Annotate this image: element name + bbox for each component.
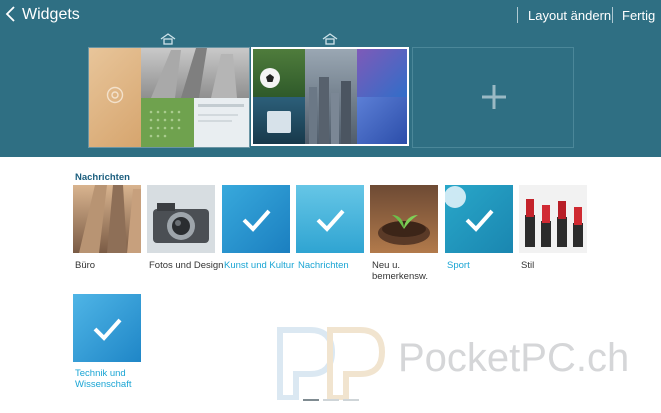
category-tile-buero[interactable]: [73, 185, 141, 253]
category-tile-nachrichten[interactable]: [296, 185, 364, 253]
category-tile-stil[interactable]: [519, 185, 587, 253]
category-tile-kunst-kultur[interactable]: [222, 185, 290, 253]
home-page-preview-1[interactable]: [88, 47, 250, 148]
soccer-ball-icon: [260, 68, 280, 88]
tablet-news-widget: [253, 97, 305, 144]
home-page-preview-2[interactable]: [251, 47, 409, 146]
category-label: Nachrichten: [298, 260, 349, 271]
section-title: Nachrichten: [75, 172, 130, 183]
checkmark-icon: [465, 209, 494, 232]
email-widget: [89, 48, 141, 147]
city-news-widget: [305, 49, 357, 144]
category-label: Neu u. bemerkensw.: [372, 260, 428, 282]
page-title: Widgets: [22, 6, 80, 23]
checkmark-icon: [242, 209, 271, 232]
pocketpc-logo-icon: [277, 327, 386, 400]
watermark-text: PocketPC.ch: [398, 336, 630, 380]
checkmark-icon: [93, 318, 122, 341]
home-icon[interactable]: [160, 33, 176, 45]
building-photo-widget: [141, 48, 249, 98]
notes-widget: [194, 98, 249, 147]
sport-widget: [253, 49, 305, 97]
add-page-plus-icon[interactable]: [481, 84, 507, 110]
category-label: Sport: [447, 260, 470, 271]
category-label: Technik und Wissenschaft: [75, 368, 132, 390]
checkmark-icon: [316, 209, 345, 232]
category-label: Kunst und Kultur: [224, 260, 295, 271]
keyboard-widget: [357, 97, 407, 144]
watermark: PocketPC.ch: [270, 320, 660, 400]
calendar-widget: [141, 98, 194, 147]
category-tile-technik-wissenschaft[interactable]: [73, 294, 141, 362]
category-label: Stil: [521, 260, 535, 271]
top-bar: Widgets Layout ändern Fertig: [0, 0, 661, 30]
page-indicator-active: [303, 399, 319, 401]
page-indicator: [323, 399, 339, 401]
back-arrow-icon[interactable]: [4, 4, 18, 24]
category-label: Büro: [75, 260, 96, 271]
category-label: Fotos und Design: [149, 260, 224, 271]
page-indicator: [343, 399, 359, 401]
home-icon[interactable]: [322, 33, 338, 45]
divider: [612, 7, 613, 23]
tech-widget: [357, 49, 407, 97]
category-tile-sport[interactable]: [445, 185, 513, 253]
divider: [517, 7, 518, 23]
add-page-slot[interactable]: [412, 47, 574, 148]
category-tile-fotos-design[interactable]: [147, 185, 215, 253]
change-layout-button[interactable]: Layout ändern: [528, 8, 611, 23]
category-tile-neu-bemerkenswert[interactable]: [370, 185, 438, 253]
at-sign-icon: [106, 86, 124, 104]
done-button[interactable]: Fertig: [622, 8, 655, 23]
